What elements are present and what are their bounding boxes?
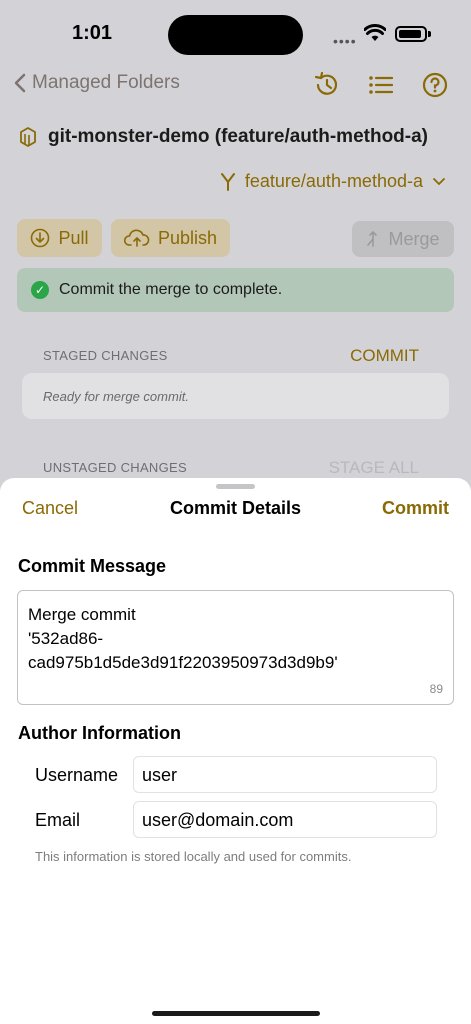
merge-label: Merge — [388, 228, 440, 249]
help-icon[interactable] — [420, 70, 450, 100]
chevron-down-icon — [433, 177, 445, 185]
publish-button[interactable]: Publish — [111, 219, 230, 257]
branch-selector[interactable]: feature/auth-method-a — [219, 171, 445, 192]
pull-label: Pull — [58, 227, 89, 248]
unstaged-changes-header: UNSTAGED CHANGES — [43, 460, 187, 475]
download-circle-icon — [31, 228, 50, 248]
battery-icon — [395, 26, 427, 42]
signal-icon: •••• — [333, 33, 357, 49]
commit-message-input[interactable]: Merge commit '532ad86- cad975b1d5de3d91f… — [17, 590, 454, 705]
publish-label: Publish — [157, 227, 218, 248]
merge-button[interactable]: Merge — [352, 221, 454, 257]
character-count: 89 — [429, 682, 443, 696]
merge-status-banner: ✓ Commit the merge to complete. — [17, 268, 454, 312]
commit-details-sheet: Commit Details Cancel Commit Commit Mess… — [0, 478, 471, 1024]
dynamic-island — [168, 15, 303, 55]
stage-all-link[interactable]: STAGE ALL — [329, 458, 419, 478]
banner-text: Commit the merge to complete. — [59, 281, 283, 298]
status-bar: 1:01 •••• — [0, 0, 471, 70]
commit-message-heading: Commit Message — [18, 556, 167, 576]
cancel-button[interactable]: Cancel — [22, 498, 78, 519]
list-icon[interactable] — [366, 70, 396, 100]
status-time: 1:01 — [72, 22, 113, 44]
author-info-note: This information is stored locally and u… — [35, 849, 352, 864]
staged-changes-box: Ready for merge commit. — [22, 373, 449, 419]
staged-placeholder: Ready for merge commit. — [43, 389, 189, 404]
navigation-bar: Managed Folders — [0, 64, 471, 108]
branch-icon — [220, 172, 235, 191]
back-label: Managed Folders — [32, 72, 180, 93]
merge-icon — [367, 230, 378, 247]
repo-header: git-monster-demo (feature/auth-method-a) — [18, 126, 428, 148]
commit-link[interactable]: COMMIT — [350, 346, 419, 366]
email-field[interactable]: user@domain.com — [133, 801, 437, 838]
username-label: Username — [35, 765, 119, 785]
branch-name: feature/auth-method-a — [244, 171, 423, 191]
checkmark-icon: ✓ — [31, 281, 49, 299]
pull-button[interactable]: Pull — [17, 219, 102, 257]
username-field[interactable]: user — [133, 756, 437, 793]
staged-changes-header: STAGED CHANGES — [43, 348, 168, 363]
sheet-grabber[interactable] — [216, 484, 255, 489]
wifi-icon — [364, 24, 386, 41]
history-icon[interactable] — [312, 70, 342, 100]
author-info-heading: Author Information — [18, 723, 181, 743]
commit-button[interactable]: Commit — [382, 498, 449, 519]
back-button[interactable]: Managed Folders — [14, 72, 180, 94]
email-label: Email — [35, 810, 81, 830]
home-indicator — [152, 1011, 320, 1016]
repo-title: git-monster-demo (feature/auth-method-a) — [48, 126, 428, 147]
repository-icon — [20, 127, 36, 147]
cloud-upload-icon — [123, 229, 150, 247]
chevron-left-icon — [14, 73, 26, 93]
